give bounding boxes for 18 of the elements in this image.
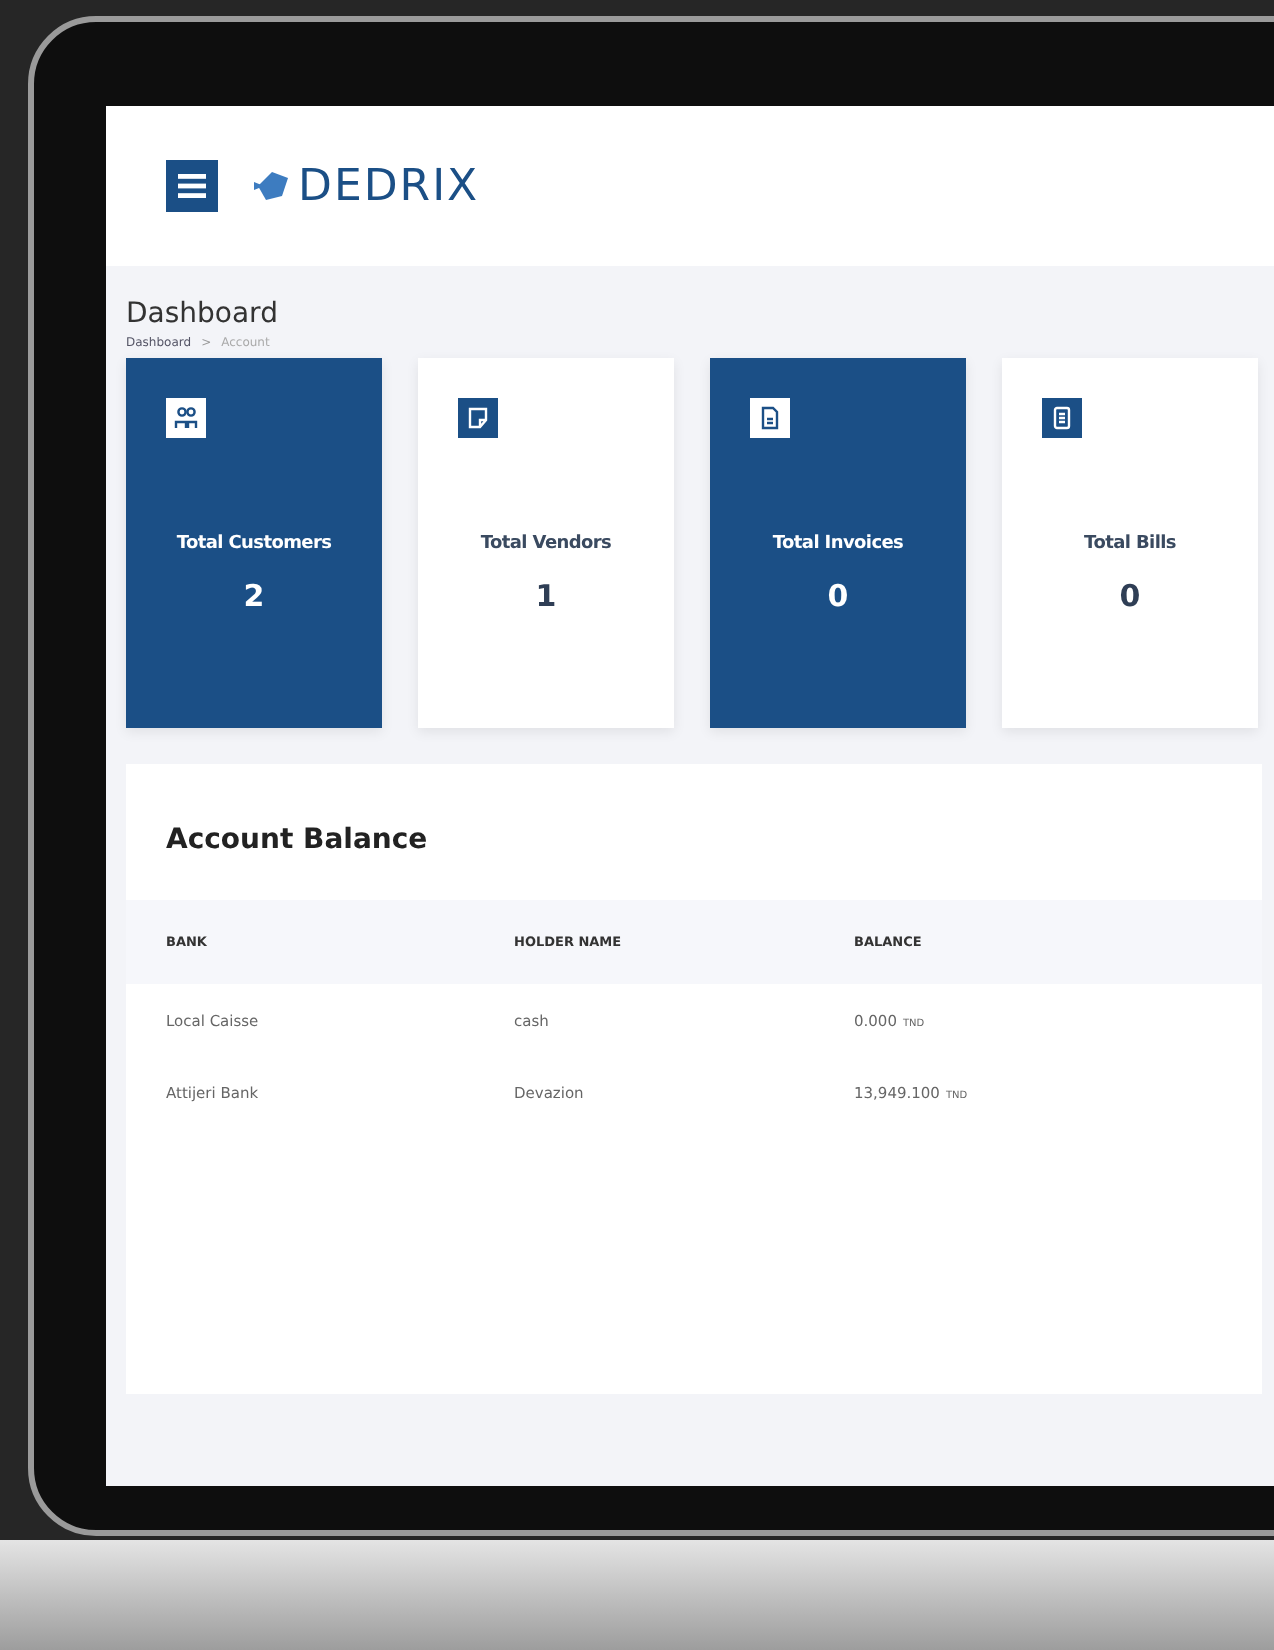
menu-icon	[178, 174, 206, 198]
brand-name: DEDRIX	[298, 161, 480, 211]
stat-value: 0	[1119, 578, 1141, 614]
logo-icon	[254, 170, 290, 202]
stat-label: Total Vendors	[480, 534, 612, 554]
stat-label: Total Customers	[176, 534, 332, 554]
stat-icon	[750, 398, 790, 438]
page-title: Dashboard	[126, 298, 280, 330]
menu-button[interactable]	[166, 160, 218, 212]
stat-value: 2	[243, 578, 265, 614]
stat-value: 1	[535, 578, 557, 614]
stat-label: Total Invoices	[772, 534, 904, 554]
stat-value: 0	[827, 578, 849, 614]
panel-title: Account Balance	[164, 822, 430, 860]
stat-label: Total Bills	[1084, 534, 1176, 554]
stat-icon	[458, 398, 498, 438]
stat-icon	[166, 398, 206, 438]
stat-icon	[1042, 398, 1082, 438]
